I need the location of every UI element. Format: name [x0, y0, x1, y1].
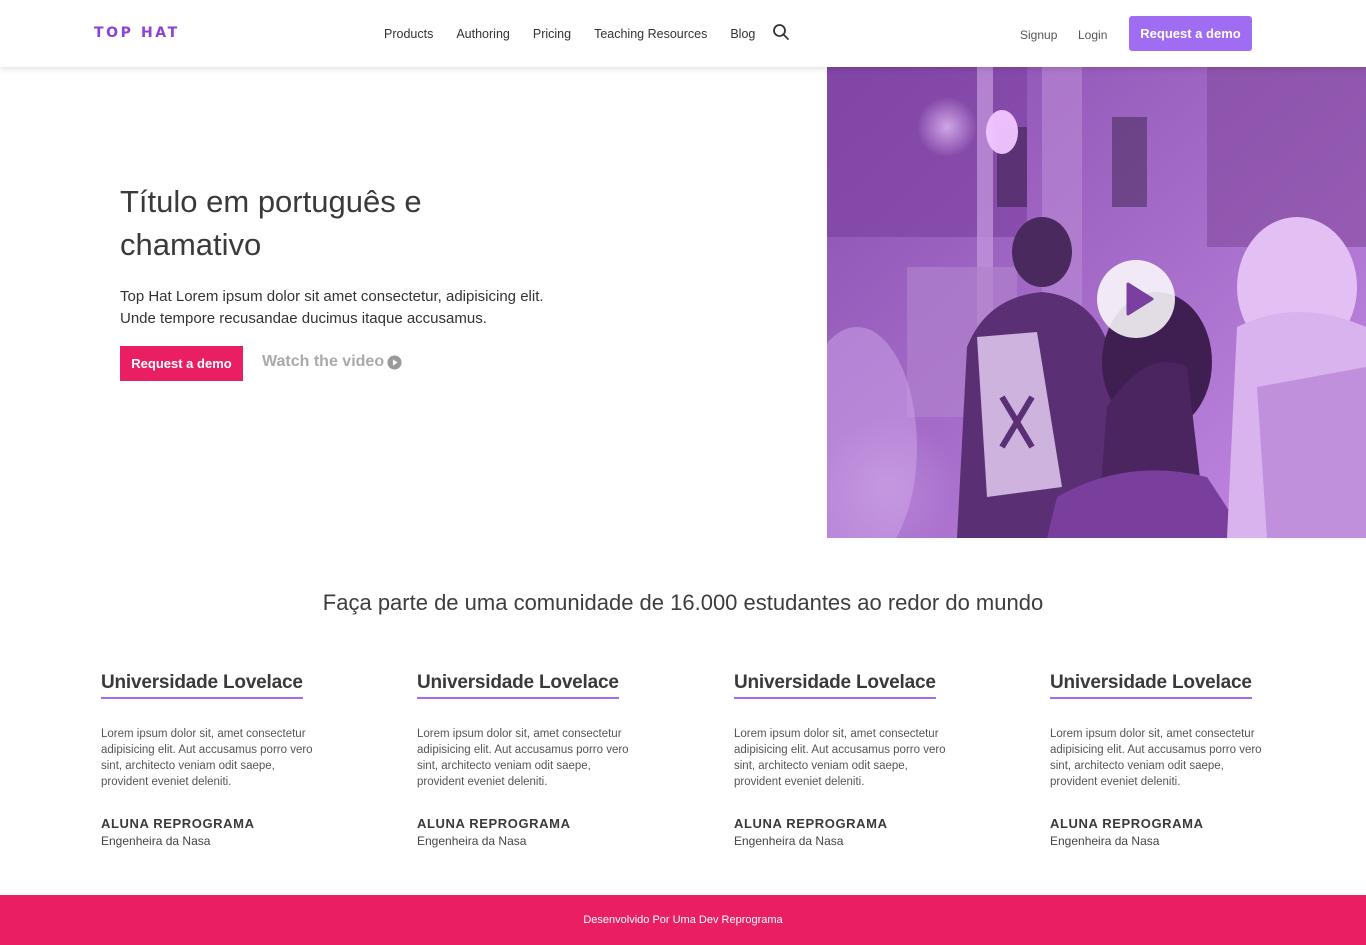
community-title: Faça parte de uma comunidade de 16.000 e…: [322, 590, 1044, 615]
testimonial-card: Universidade Lovelace Lorem ipsum dolor …: [1050, 672, 1280, 848]
testimonial-card: Universidade Lovelace Lorem ipsum dolor …: [417, 672, 647, 848]
hero-request-demo-button[interactable]: Request a demo: [120, 346, 243, 381]
card-text: Lorem ipsum dolor sit, amet consectetur …: [417, 728, 629, 788]
play-icon: [1126, 282, 1154, 316]
play-circle-icon: [387, 354, 402, 370]
hero-text: Top Hat Lorem ipsum dolor sit amet conse…: [120, 288, 544, 327]
card-author: ALUNA REPROGRAMA: [734, 816, 888, 831]
nav-link-authoring[interactable]: Authoring: [456, 27, 510, 41]
search-icon[interactable]: [772, 23, 790, 41]
navbar: TOP HAT Products Authoring Pricing Teach…: [0, 0, 1366, 67]
testimonial-card: Universidade Lovelace Lorem ipsum dolor …: [734, 672, 964, 848]
hero-title: Título em português e chamativo: [120, 184, 422, 262]
nav-link-teaching-resources[interactable]: Teaching Resources: [594, 27, 707, 41]
watch-video-label: Watch the video: [262, 353, 385, 370]
card-text: Lorem ipsum dolor sit, amet consectetur …: [1050, 728, 1262, 788]
card-author: ALUNA REPROGRAMA: [1050, 816, 1204, 831]
card-text: Lorem ipsum dolor sit, amet consectetur …: [101, 728, 313, 788]
card-title: Universidade Lovelace: [1050, 672, 1252, 699]
card-title: Universidade Lovelace: [734, 672, 936, 699]
nav-link-pricing[interactable]: Pricing: [533, 27, 571, 41]
card-role: Engenheira da Nasa: [734, 834, 844, 848]
footer: Desenvolvido Por Uma Dev Reprograma: [0, 895, 1366, 945]
card-role: Engenheira da Nasa: [417, 834, 527, 848]
nav-request-demo-button[interactable]: Request a demo: [1129, 16, 1252, 51]
logo[interactable]: TOP HAT: [94, 25, 180, 41]
card-author: ALUNA REPROGRAMA: [417, 816, 571, 831]
card-text: Lorem ipsum dolor sit, amet consectetur …: [734, 728, 946, 788]
card-title: Universidade Lovelace: [101, 672, 303, 699]
signup-link[interactable]: Signup: [1020, 28, 1057, 42]
card-author: ALUNA REPROGRAMA: [101, 816, 255, 831]
card-title: Universidade Lovelace: [417, 672, 619, 699]
card-role: Engenheira da Nasa: [101, 834, 211, 848]
watch-video-link[interactable]: Watch the video: [262, 353, 402, 371]
video-thumbnail[interactable]: [827, 67, 1366, 538]
video-play-button[interactable]: [1097, 260, 1175, 338]
footer-text: Desenvolvido Por Uma Dev Reprograma: [583, 914, 783, 926]
card-role: Engenheira da Nasa: [1050, 834, 1160, 848]
login-link[interactable]: Login: [1078, 28, 1107, 42]
nav-link-products[interactable]: Products: [384, 27, 433, 41]
testimonial-card: Universidade Lovelace Lorem ipsum dolor …: [101, 672, 331, 848]
main-nav: Products Authoring Pricing Teaching Reso…: [384, 27, 778, 41]
nav-link-blog[interactable]: Blog: [730, 27, 755, 41]
